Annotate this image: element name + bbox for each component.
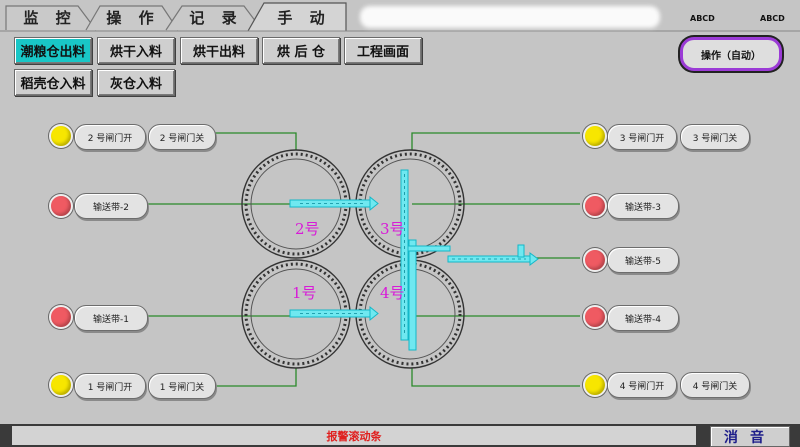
gate-3-close-button[interactable]: 3 号闸门关 [680, 124, 750, 150]
conveyor-5-button[interactable]: 输送带-5 [607, 247, 679, 273]
conveyor-3-button[interactable]: 输送带-3 [607, 193, 679, 219]
conveyor-link [407, 245, 451, 252]
conveyor-3-status-lamp [583, 194, 607, 218]
gate-4-close-button[interactable]: 4 号闸门关 [680, 372, 750, 398]
conveyor-2-button[interactable]: 输送带-2 [74, 193, 148, 219]
bin-label-4: 4号 [380, 284, 405, 302]
gate-1-close-button[interactable]: 1 号闸门关 [148, 373, 216, 399]
hmi-screen: 监 控 操 作 记 录 手 动 ABCD ABCD 潮粮仓出料 烘干入料 烘干出… [0, 0, 800, 447]
mute-button[interactable]: 消音 [710, 426, 790, 447]
alarm-ticker: 报警滚动条 [12, 426, 696, 445]
conveyor-2-status-lamp [49, 194, 73, 218]
gate-1-status-lamp [49, 373, 73, 397]
gate-2-status-lamp [49, 124, 73, 148]
gate-2-close-button[interactable]: 2 号闸门关 [148, 124, 216, 150]
conveyor-1-button[interactable]: 输送带-1 [74, 305, 148, 331]
bin-label-3: 3号 [380, 220, 405, 238]
conveyor-1-status-lamp [49, 305, 73, 329]
gate-3-status-lamp [583, 124, 607, 148]
conveyor-4-status-lamp [583, 305, 607, 329]
conveyor-belt-4 [408, 239, 417, 351]
gate-4-open-button[interactable]: 4 号闸门开 [607, 372, 677, 398]
gate-2-open-button[interactable]: 2 号闸门开 [74, 124, 146, 150]
conveyor-5-status-lamp [583, 248, 607, 272]
gate-3-open-button[interactable]: 3 号闸门开 [607, 124, 677, 150]
gate-1-open-button[interactable]: 1 号闸门开 [74, 373, 146, 399]
conveyor-belt-5 [447, 244, 539, 266]
bin-label-2: 2号 [295, 220, 320, 238]
conveyor-4-button[interactable]: 输送带-4 [607, 305, 679, 331]
bin-label-1: 1号 [292, 284, 317, 302]
gate-4-status-lamp [583, 373, 607, 397]
